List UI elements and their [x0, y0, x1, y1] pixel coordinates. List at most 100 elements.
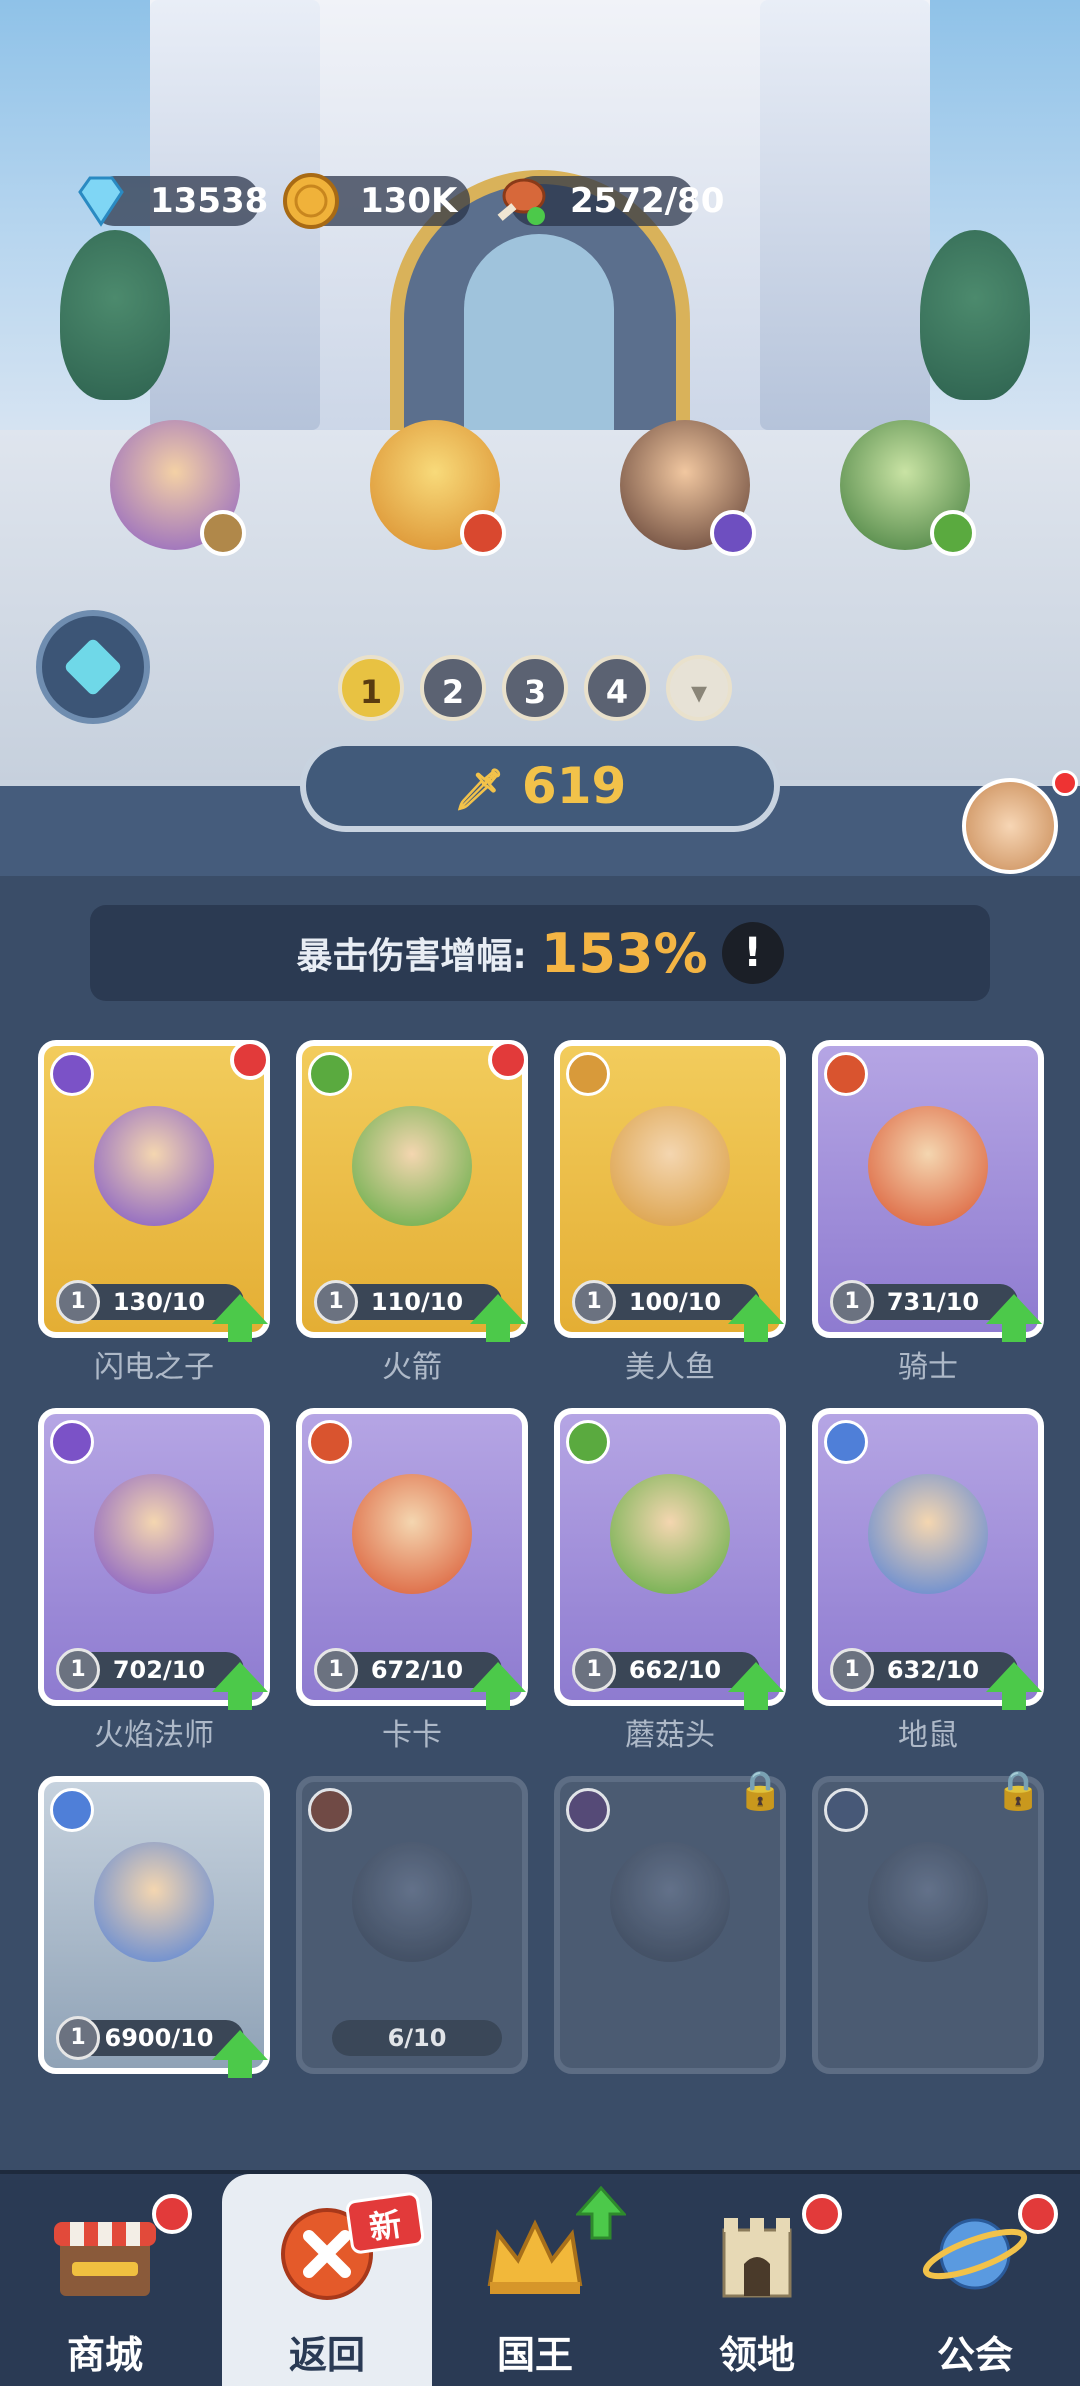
nav-label: 返回 — [288, 2333, 365, 2377]
hero-level: 1 — [572, 1648, 616, 1692]
hero-class-icon — [308, 1420, 352, 1464]
upgrade-arrow-icon — [212, 1662, 268, 1710]
hero-portrait — [610, 1474, 730, 1594]
new-tag: 新 — [344, 2191, 426, 2255]
formation-hero-slot[interactable] — [70, 380, 270, 580]
castle-icon — [722, 2218, 792, 2298]
hero-portrait — [868, 1474, 988, 1594]
hero-name: 美人鱼 — [625, 1350, 715, 1385]
hero-class-icon — [50, 1420, 94, 1464]
lock-icon: 🔒 — [994, 1768, 1042, 1812]
hero-card[interactable]: 702/10 1 — [38, 1408, 270, 1710]
formation-hero-slot[interactable] — [800, 380, 1000, 580]
upgrade-arrow-icon — [728, 1662, 784, 1710]
hero-portrait — [94, 1474, 214, 1594]
hero-card[interactable]: 6/10 — [296, 1776, 528, 2074]
sword-icon: 🗡 — [453, 767, 505, 813]
nav-label: 公会 — [936, 2333, 1013, 2377]
hero-name: 闪电之子 — [94, 1350, 214, 1385]
upgrade-arrow-icon — [470, 1662, 526, 1710]
crit-damage-value: 153% — [540, 921, 708, 985]
territory-notification-dot — [802, 2194, 842, 2234]
hero-portrait — [868, 1842, 988, 1962]
crit-damage-label: 暴击伤害增幅: — [296, 936, 527, 977]
hero-name: 地鼠 — [898, 1718, 958, 1753]
nav-label: 商城 — [66, 2333, 143, 2377]
shop-icon — [54, 2222, 156, 2296]
castle-tower — [760, 0, 930, 430]
nav-label: 领地 — [718, 2333, 795, 2377]
upgrade-arrow-icon — [986, 1294, 1042, 1342]
shop-notification-dot — [152, 2194, 192, 2234]
upgrade-arrow-icon — [728, 1294, 784, 1342]
nav-label: 国王 — [496, 2333, 573, 2377]
hero-name: 火箭 — [382, 1350, 442, 1385]
diamond-icon — [78, 176, 124, 227]
hero-card[interactable]: 🔒 — [812, 1768, 1044, 2074]
hero-name: 卡卡 — [382, 1718, 442, 1753]
hero-portrait — [868, 1106, 988, 1226]
hero-class-icon — [50, 1788, 94, 1832]
hero-name: 蘑菇头 — [625, 1718, 715, 1753]
hero-class-icon — [566, 1420, 610, 1464]
hero-card[interactable]: 672/10 1 — [296, 1408, 528, 1710]
shard-progress: 6/10 — [332, 2020, 502, 2056]
hero-card[interactable]: 110/10 1 — [296, 1040, 528, 1342]
hero-class-icon — [308, 1788, 352, 1832]
chevron-down-icon[interactable]: ▾ — [666, 655, 732, 721]
hero-portrait — [352, 1842, 472, 1962]
hero-level: 1 — [830, 1648, 874, 1692]
hero-class-badge — [710, 510, 756, 556]
upgrade-arrow-icon — [212, 1294, 268, 1342]
upgrade-arrow-icon — [986, 1662, 1042, 1710]
hero-class-icon — [824, 1420, 868, 1464]
tree — [920, 230, 1030, 400]
formation-hero-slot[interactable] — [580, 380, 780, 580]
guild-notification-dot — [1018, 2194, 1058, 2234]
meat-icon — [497, 178, 546, 225]
hero-name: 火焰法师 — [94, 1718, 214, 1753]
notification-dot — [488, 1040, 528, 1080]
formation-hero-slot[interactable] — [330, 380, 530, 580]
crown-icon — [487, 2219, 583, 2294]
hero-class-badge — [460, 510, 506, 556]
hero-level: 1 — [56, 2016, 100, 2060]
hero-card[interactable]: 100/10 1 — [554, 1040, 786, 1342]
formation-icon — [63, 637, 123, 697]
hero-class-icon — [50, 1052, 94, 1096]
hero-card[interactable]: 731/10 1 — [812, 1040, 1044, 1342]
upgrade-arrow-icon — [470, 1294, 526, 1342]
hero-portrait — [352, 1474, 472, 1594]
hero-class-icon — [824, 1052, 868, 1096]
upgrade-arrow-icon — [212, 2030, 268, 2078]
crit-damage-bonus-bar: 暴击伤害增幅: 153% ! — [90, 905, 990, 1001]
hero-card[interactable]: 🔒 — [554, 1768, 786, 2074]
formation-page-tabs: 1 2 3 4 ▾ — [338, 655, 732, 721]
hero-portrait — [610, 1842, 730, 1962]
tree — [60, 230, 170, 400]
formation-tab-3[interactable]: 3 — [502, 655, 568, 721]
hero-class-badge — [200, 510, 246, 556]
hero-class-icon — [566, 1788, 610, 1832]
hero-card[interactable]: 632/10 1 — [812, 1408, 1044, 1710]
gold-coin-icon — [283, 173, 339, 229]
formation-tab-1[interactable]: 1 — [338, 655, 404, 721]
gold-counter[interactable]: 130K — [283, 173, 470, 229]
hero-card[interactable]: 130/10 1 — [38, 1040, 270, 1342]
formation-toggle-button[interactable] — [36, 610, 150, 724]
notification-dot — [230, 1040, 270, 1080]
hero-level: 1 — [56, 1280, 100, 1324]
hero-card[interactable]: 662/10 1 — [554, 1408, 786, 1710]
info-icon[interactable]: ! — [721, 922, 784, 984]
hero-name: 骑士 — [898, 1350, 958, 1385]
advisor-avatar-button[interactable] — [962, 778, 1058, 874]
hero-portrait — [610, 1106, 730, 1226]
hero-card[interactable]: 6900/10 1 — [38, 1776, 270, 2078]
hero-portrait — [94, 1106, 214, 1226]
formation-tab-4[interactable]: 4 — [584, 655, 650, 721]
gem-counter[interactable]: 13538 — [78, 176, 268, 227]
formation-tab-2[interactable]: 2 — [420, 655, 486, 721]
upgrade-arrow-icon — [576, 2186, 626, 2240]
food-counter[interactable]: 2572/80 — [497, 176, 724, 226]
lock-icon: 🔒 — [736, 1768, 784, 1812]
